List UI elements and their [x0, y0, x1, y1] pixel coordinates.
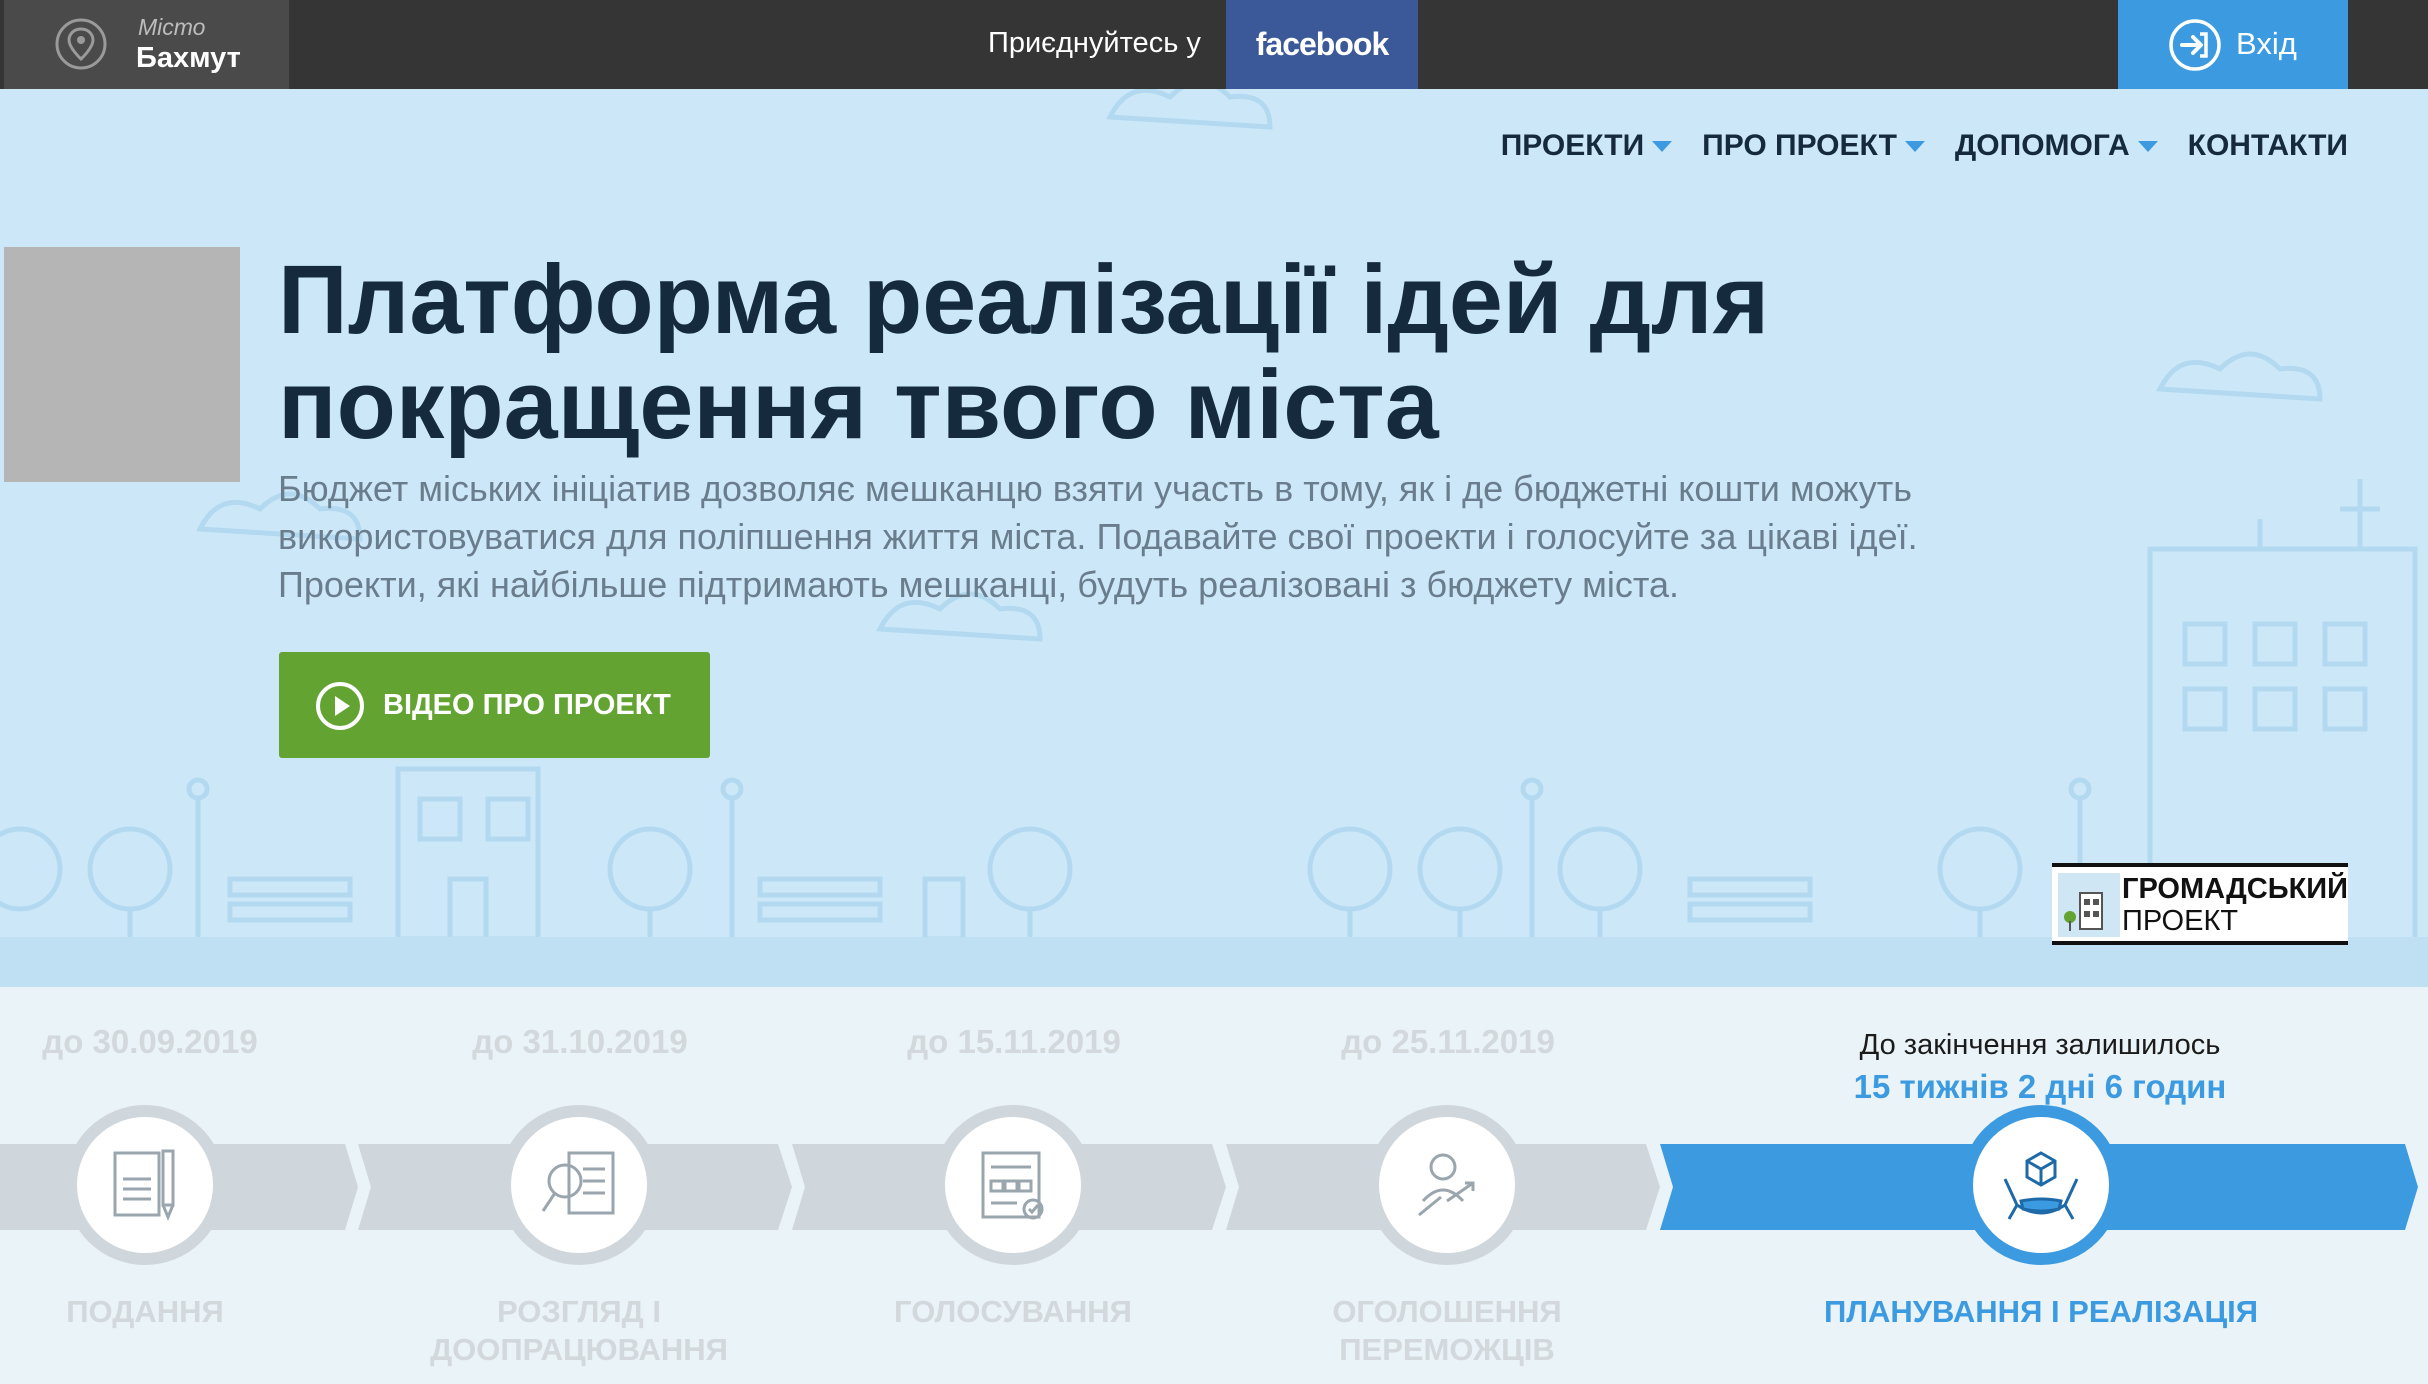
location-pin-icon [55, 18, 107, 70]
stage-label-winners: ОГОЛОШЕННЯ ПЕРЕМОЖЦІВ [1247, 1293, 1647, 1369]
hero-desc-line2: використовуватися для поліпшення життя м… [278, 516, 1918, 557]
nav-contacts-label: КОНТАКТИ [2187, 129, 2348, 162]
login-label: Вхід [2236, 26, 2297, 61]
video-button[interactable]: ВІДЕО ПРО ПРОЕКТ [279, 652, 710, 758]
logo-line2: ПРОЕКТ [2122, 905, 2239, 937]
stage-label-line1: ПОДАННЯ [66, 1294, 224, 1329]
remaining-value: 15 тижнів 2 дні 6 годин [1853, 1068, 2227, 1105]
nav-about[interactable]: ПРО ПРОЕКТ [1702, 129, 1925, 163]
hero-description: Бюджет міських ініціатив дозволяє мешкан… [278, 465, 2178, 609]
document-pen-icon [113, 1149, 175, 1221]
stage-label-line1: ОГОЛОШЕННЯ [1332, 1294, 1562, 1329]
stage-date: до 15.11.2019 [907, 1023, 1121, 1060]
hands-cube-icon [2003, 1151, 2079, 1220]
stage-date: до 31.10.2019 [472, 1023, 688, 1060]
nav-contacts[interactable]: КОНТАКТИ [2188, 129, 2348, 163]
stage-label-planning: ПЛАНУВАННЯ І РЕАЛІЗАЦІЯ [1741, 1293, 2341, 1331]
caret-down-icon [1904, 140, 1925, 152]
hero-section: ПРОЕКТИ ПРО ПРОЕКТ ДОПОМОГА КОНТАКТИ Пла… [0, 89, 2428, 987]
login-button[interactable]: Вхід [2118, 0, 2348, 89]
hero-title: Платформа реалізації ідей для покращення… [278, 247, 1978, 457]
time-remaining: До закінчення залишилось 15 тижнів 2 дні… [1740, 1029, 2340, 1106]
stage-label-submission: ПОДАННЯ [0, 1293, 345, 1331]
stage-circle-review[interactable] [499, 1105, 659, 1265]
nav-projects-label: ПРОЕКТИ [1500, 129, 1645, 162]
city-label: Місто [138, 14, 206, 40]
nav-help-label: ДОПОМОГА [1954, 129, 2130, 162]
nav-projects[interactable]: ПРОЕКТИ [1500, 129, 1673, 163]
video-button-label: ВІДЕО ПРО ПРОЕКТ [383, 689, 671, 721]
stage-circle-voting[interactable] [933, 1105, 1093, 1265]
main-nav: ПРОЕКТИ ПРО ПРОЕКТ ДОПОМОГА КОНТАКТИ [1501, 129, 2348, 163]
stage-label-line1: РОЗГЛЯД І [497, 1294, 661, 1329]
stage-date: до 25.11.2019 [1341, 1023, 1555, 1060]
stage-circle-planning[interactable] [1961, 1105, 2121, 1265]
stage-label-review: РОЗГЛЯД І ДООПРАЦЮВАННЯ [379, 1293, 779, 1369]
magnifier-document-icon [541, 1151, 615, 1215]
login-icon [2169, 19, 2221, 71]
city-selector[interactable]: Місто Бахмут [4, 0, 289, 89]
stage-circle-submission[interactable] [65, 1105, 225, 1265]
city-emblem-placeholder [4, 247, 240, 482]
nav-about-label: ПРО ПРОЕКТ [1702, 129, 1897, 162]
stage-label-line2: ПЕРЕМОЖЦІВ [1339, 1332, 1555, 1367]
caret-down-icon [2137, 140, 2158, 152]
facebook-button[interactable]: facebook [1226, 0, 1418, 89]
hero-desc-line1: Бюджет міських ініціатив дозволяє мешкан… [278, 468, 1912, 509]
hero-title-line1: Платформа реалізації ідей для [278, 245, 1770, 354]
hero-desc-line3: Проекти, які найбільше підтримають мешка… [278, 564, 1679, 605]
ballot-icon [981, 1151, 1044, 1220]
top-bar: Місто Бахмут Приєднуйтесь у facebook Вхі… [0, 0, 2428, 89]
stage-label-line1: ПЛАНУВАННЯ І РЕАЛІЗАЦІЯ [1823, 1294, 2259, 1329]
stage-circle-winners[interactable] [1367, 1105, 1527, 1265]
project-timeline: до 30.09.2019 до 31.10.2019 до 15.11.201… [0, 987, 2428, 1384]
play-icon [316, 682, 364, 730]
stage-date: до 30.09.2019 [42, 1023, 258, 1060]
nav-help[interactable]: ДОПОМОГА [1955, 129, 2158, 163]
logo-line1: ГРОМАДСЬКИЙ [2122, 873, 2348, 905]
hero-title-line2: покращення твого міста [278, 350, 1439, 459]
building-logo-icon [2058, 873, 2120, 937]
remaining-label: До закінчення залишилось [1859, 1029, 2221, 1061]
stage-label-voting: ГОЛОСУВАННЯ [813, 1293, 1213, 1331]
winner-person-icon [1418, 1153, 1475, 1217]
join-us-text: Приєднуйтесь у [988, 27, 1201, 59]
stage-label-line2: ДООПРАЦЮВАННЯ [430, 1332, 728, 1367]
city-name: Бахмут [136, 42, 241, 74]
caret-down-icon [1652, 140, 1673, 152]
stage-label-line1: ГОЛОСУВАННЯ [894, 1294, 1132, 1329]
gromadskyi-proekt-logo[interactable]: ГРОМАДСЬКИЙ ПРОЕКТ [2052, 863, 2348, 945]
